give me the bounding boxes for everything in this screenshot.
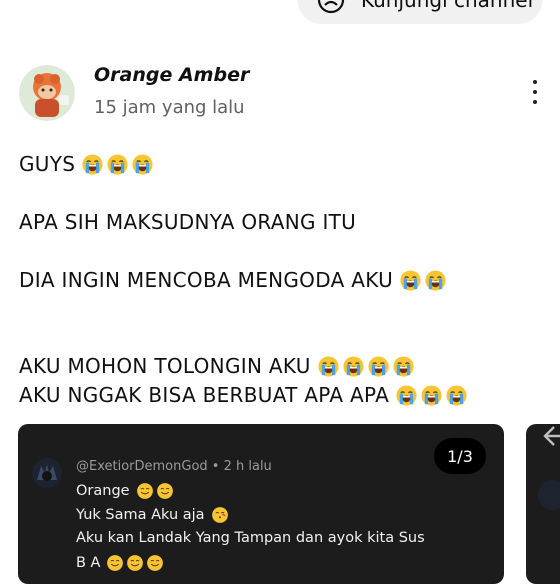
loudly-crying-face-emoji <box>421 384 442 406</box>
loudly-crying-face-emoji <box>400 269 421 291</box>
emoji-group <box>136 482 174 500</box>
loudly-crying-face-emoji <box>343 355 364 377</box>
loudly-crying-face-emoji <box>318 355 339 377</box>
post-image-card[interactable]: @ExetiorDemonGod • 2 h lalu Orange Yuk S… <box>18 424 504 584</box>
emoji-group <box>399 269 447 292</box>
user-frown-icon <box>317 0 345 14</box>
comment-line-text: Orange <box>76 483 130 499</box>
emoji-group <box>395 384 468 407</box>
loudly-crying-face-emoji <box>107 153 128 175</box>
visit-channel-button[interactable]: Kunjungi channel <box>297 0 543 24</box>
comment-line: B A <box>76 554 164 572</box>
loudly-crying-face-emoji <box>396 384 417 406</box>
smiling-face-emoji <box>107 555 124 571</box>
post-author[interactable]: Orange Amber <box>94 64 249 86</box>
post-line: AKU MOHON TOLONGIN AKU <box>19 352 415 380</box>
post-line-text: GUYS <box>19 152 76 176</box>
visit-channel-label: Kunjungi channel <box>361 0 534 12</box>
loudly-crying-face-emoji <box>368 355 389 377</box>
arrow-left-icon <box>543 426 560 446</box>
carousel-counter: 1/3 <box>434 438 486 474</box>
comment-line-text: Yuk Sama Aku aja <box>76 507 205 523</box>
post-line-text: AKU NGGAK BISA BERBUAT APA APA <box>19 383 390 407</box>
post-timestamp: 15 jam yang lalu <box>94 97 245 118</box>
comment-line-text: Aku kan Landak Yang Tampan dan ayok kita… <box>76 530 425 546</box>
smiling-face-emoji <box>147 555 164 571</box>
smiling-face-emoji <box>127 555 144 571</box>
comment-avatar <box>538 480 560 510</box>
post-line-text: APA SIH MAKSUDNYA ORANG ITU <box>19 210 357 234</box>
comment-line-text: B A <box>76 555 101 571</box>
emoji-group <box>81 153 154 176</box>
avatar[interactable] <box>19 65 75 121</box>
comment-avatar <box>32 458 62 488</box>
post-line: AKU NGGAK BISA BERBUAT APA APA <box>19 381 468 409</box>
loudly-crying-face-emoji <box>393 355 414 377</box>
comment-handle: @ExetiorDemonGod • 2 h lalu <box>76 459 272 474</box>
smiling-face-emoji <box>156 483 173 499</box>
comment-line: Aku kan Landak Yang Tampan dan ayok kita… <box>76 530 425 546</box>
loudly-crying-face-emoji <box>446 384 467 406</box>
smiling-face-emoji <box>136 483 153 499</box>
emoji-group <box>211 506 229 524</box>
post-line-text: DIA INGIN MENCOBA MENGODA AKU <box>19 268 394 292</box>
emoji-group <box>106 554 164 572</box>
comment-line: Yuk Sama Aku aja <box>76 506 229 524</box>
post-line-text: AKU MOHON TOLONGIN AKU <box>19 354 311 378</box>
loudly-crying-face-emoji <box>82 153 103 175</box>
loudly-crying-face-emoji <box>425 269 446 291</box>
comment-line: Orange <box>76 482 174 500</box>
smiling-face-emoji <box>211 507 228 523</box>
emoji-group <box>317 355 415 378</box>
next-image-card[interactable] <box>526 424 560 584</box>
more-vertical-icon[interactable] <box>522 76 548 108</box>
loudly-crying-face-emoji <box>132 153 153 175</box>
post-line: APA SIH MAKSUDNYA ORANG ITU <box>19 208 356 236</box>
post-line: GUYS <box>19 150 154 178</box>
post-line: DIA INGIN MENCOBA MENGODA AKU <box>19 266 447 294</box>
